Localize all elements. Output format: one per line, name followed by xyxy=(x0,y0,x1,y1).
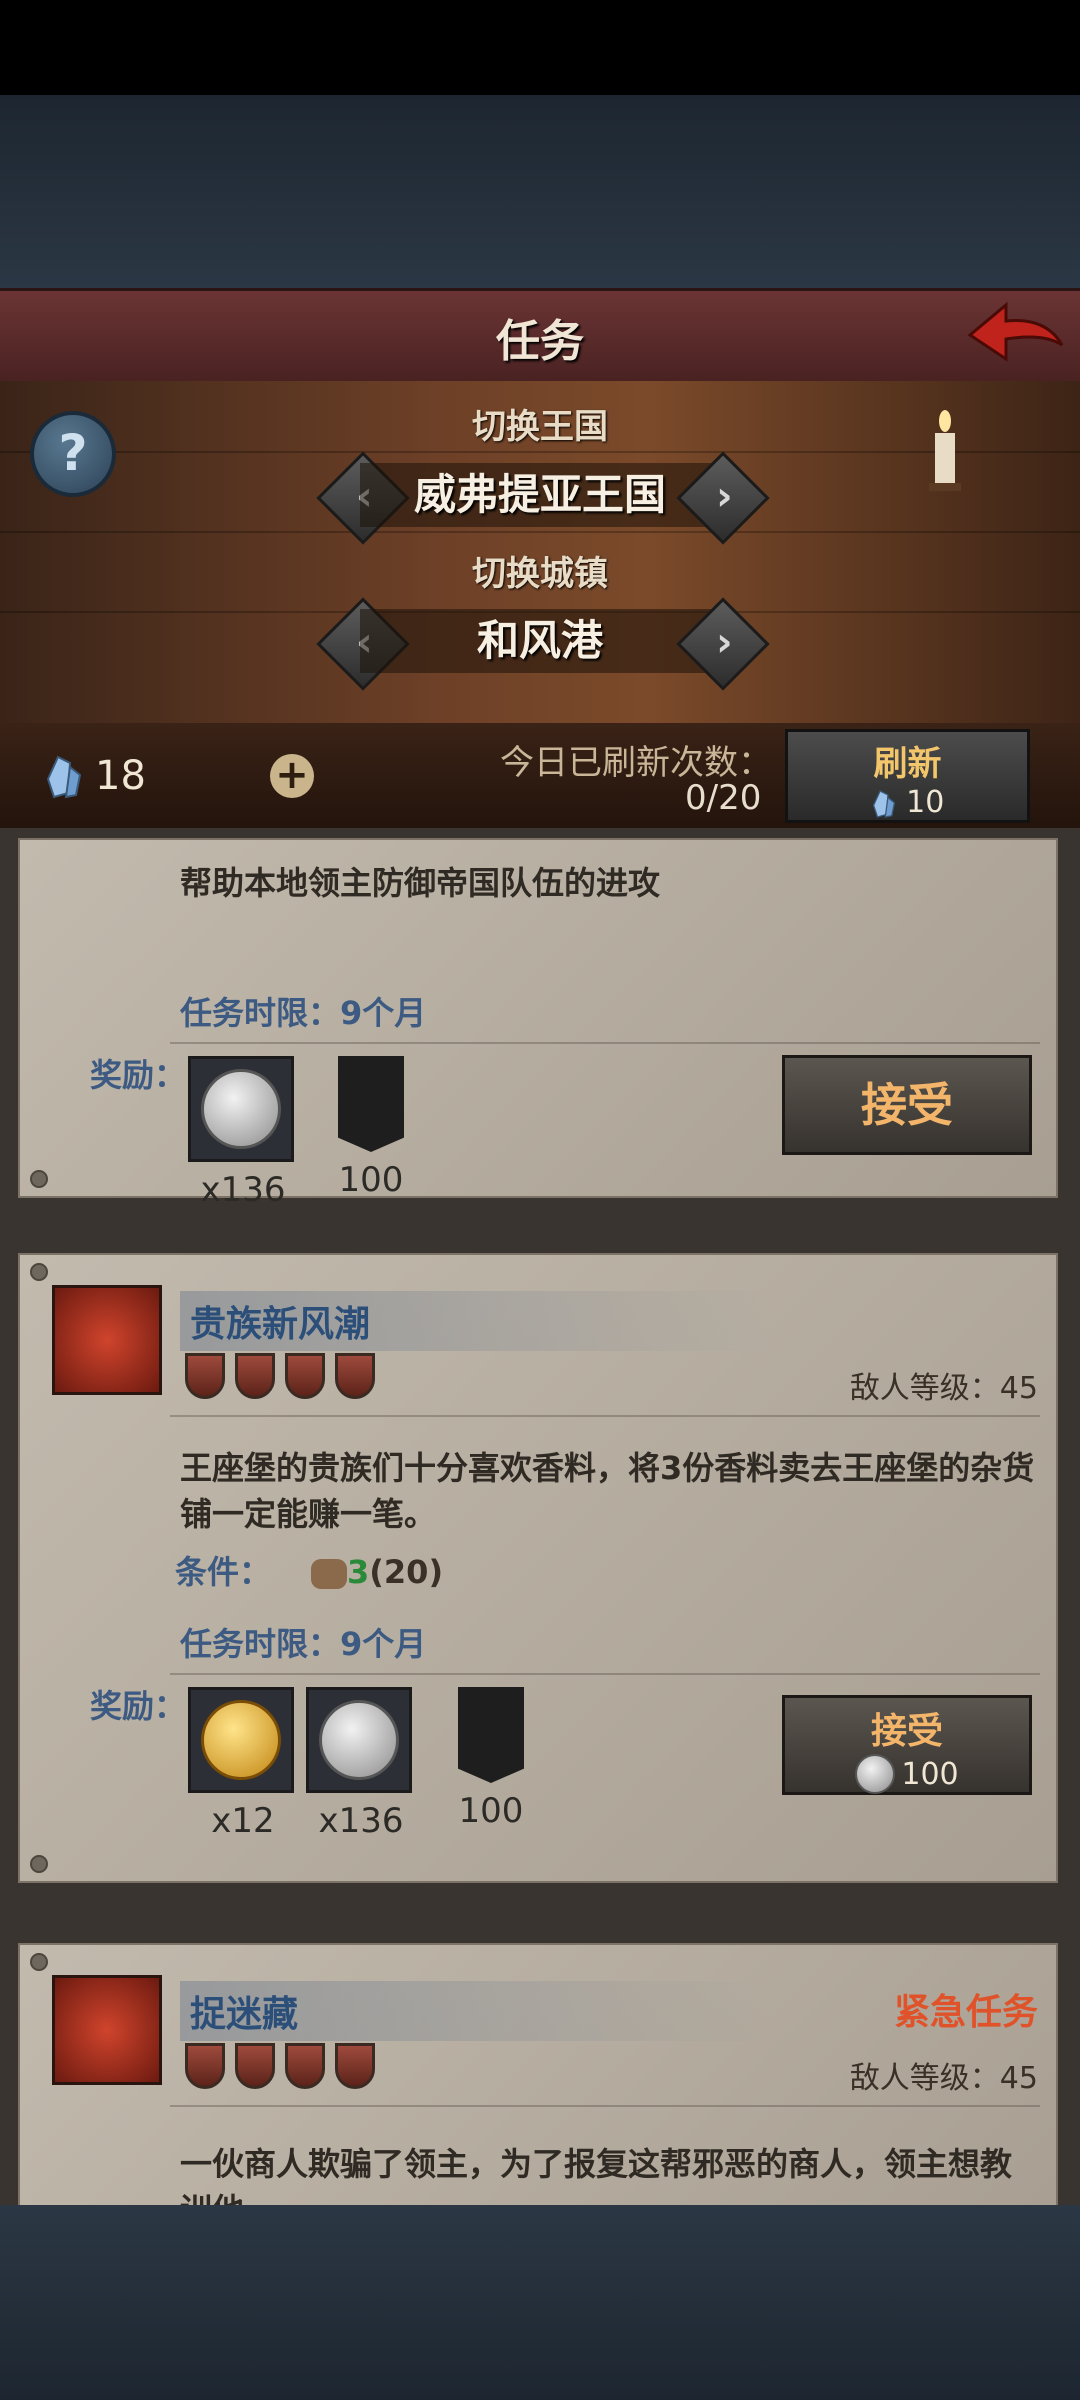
reward-item[interactable]: 100 xyxy=(436,1687,546,1831)
quest-card: 贵族新风潮 敌人等级：45 王座堡的贵族们十分喜欢香料，将3份香料卖去王座堡的杂… xyxy=(18,1253,1058,1883)
quest-name: 捉迷藏 xyxy=(180,1981,770,2041)
chevron-right-icon: › xyxy=(716,473,733,520)
switch-town-label: 切换城镇 xyxy=(472,554,608,594)
silver-coin-icon xyxy=(201,1069,281,1149)
accept-button[interactable]: 接受 100 xyxy=(782,1695,1032,1795)
page-title: 任务 xyxy=(496,316,584,367)
refresh-button[interactable]: 刷新 10 xyxy=(785,729,1030,823)
divider xyxy=(170,1042,1040,1044)
accept-cost-value: 100 xyxy=(901,1756,959,1792)
urgent-badge: 紧急任务 xyxy=(893,1992,1038,2033)
reward-item[interactable]: 100 xyxy=(316,1056,426,1200)
gem-count: 18 xyxy=(95,753,146,799)
reward-qty: x12 xyxy=(211,1801,275,1841)
reward-qty: x136 xyxy=(200,1170,286,1210)
add-gems-button[interactable]: + xyxy=(270,754,314,798)
switch-kingdom-label: 切换王国 xyxy=(472,407,608,447)
quest-name: 贵族新风潮 xyxy=(180,1291,770,1351)
quest-time-limit: 任务时限：9个月 xyxy=(180,1625,427,1663)
quest-description: 帮助本地领主防御帝国队伍的进攻 xyxy=(180,864,661,902)
scales-banner-icon xyxy=(338,1056,404,1152)
quest-time-limit: 任务时限：9个月 xyxy=(180,994,427,1032)
quest-description: 王座堡的贵族们十分喜欢香料，将3份香料卖去王座堡的杂货铺一定能赚一笔。 xyxy=(180,1449,1035,1533)
reward-item[interactable]: x136 xyxy=(306,1687,416,1841)
chest-banner-icon xyxy=(458,1687,524,1783)
quest-card: 捉迷藏 紧急任务 敌人等级：45 一伙商人欺骗了领主，为了报复这帮邪恶的商人，领… xyxy=(18,1943,1058,2205)
refresh-count-label: 今日已刷新次数： xyxy=(500,743,772,783)
nail-icon xyxy=(30,1953,48,1971)
divider xyxy=(170,1673,1040,1675)
reward-item[interactable]: x136 xyxy=(188,1056,298,1210)
reward-label: 奖励： xyxy=(90,1056,187,1094)
difficulty-shields xyxy=(185,1353,385,1403)
quest-emblem-icon xyxy=(52,1975,162,2085)
condition-have: 3 xyxy=(347,1553,370,1591)
condition-label: 条件： xyxy=(175,1553,272,1591)
crystal-icon xyxy=(872,789,895,818)
wall-plank xyxy=(0,451,1080,453)
nail-icon xyxy=(30,1855,48,1873)
bottom-background xyxy=(0,2205,1080,2400)
divider xyxy=(170,2105,1040,2107)
plus-icon: + xyxy=(275,752,309,798)
spice-bag-icon xyxy=(311,1559,348,1589)
shield-icon xyxy=(285,1353,325,1399)
accept-button-label: 接受 xyxy=(870,1711,943,1752)
difficulty-shields xyxy=(185,2043,385,2093)
shield-icon xyxy=(185,1353,225,1399)
shield-icon xyxy=(185,2043,225,2089)
quest-list[interactable]: 帮助本地领主防御帝国队伍的进攻 任务时限：9个月 奖励： x136 100 接受… xyxy=(0,828,1080,2205)
accept-button[interactable]: 接受 xyxy=(782,1055,1032,1155)
shield-icon xyxy=(235,2043,275,2089)
crystal-icon xyxy=(46,755,82,799)
kingdom-name: 威弗提亚王国 xyxy=(360,463,720,527)
silver-coin-icon xyxy=(855,1754,896,1794)
quest-card: 帮助本地领主防御帝国队伍的进攻 任务时限：9个月 奖励： x136 100 接受 xyxy=(18,838,1058,1210)
back-button[interactable] xyxy=(966,299,1066,369)
refresh-button-label: 刷新 xyxy=(873,744,942,784)
shield-icon xyxy=(335,1353,375,1399)
quest-description: 一伙商人欺骗了领主，为了报复这帮邪恶的商人，领主想教训他 xyxy=(180,2145,1013,2205)
town-name: 和风港 xyxy=(360,609,720,673)
refresh-count: 0/20 xyxy=(685,778,762,818)
silver-coin-icon xyxy=(319,1700,399,1780)
quest-emblem-icon xyxy=(52,1285,162,1395)
accept-button-label: 接受 xyxy=(861,1078,953,1132)
back-arrow-icon xyxy=(967,301,1064,362)
reward-qty: 100 xyxy=(338,1160,404,1200)
refresh-cost-value: 10 xyxy=(906,785,945,820)
shield-icon xyxy=(235,1353,275,1399)
location-selector-panel: ? 切换王国 ‹ 威弗提亚王国 › 切换城镇 ‹ 和风港 › xyxy=(0,381,1080,723)
currency-bar: 18 + 今日已刷新次数： 0/20 刷新 10 xyxy=(0,723,1080,831)
top-background xyxy=(0,95,1080,288)
wall-plank xyxy=(0,531,1080,533)
title-bar: 任务 xyxy=(0,288,1080,384)
reward-label: 奖励： xyxy=(90,1687,187,1725)
refresh-cost: 10 xyxy=(788,785,1027,820)
reward-item[interactable]: x12 xyxy=(188,1687,298,1841)
shield-icon xyxy=(335,2043,375,2089)
reward-qty: x136 xyxy=(318,1801,404,1841)
chevron-right-icon: › xyxy=(716,619,733,666)
nail-icon xyxy=(30,1263,48,1281)
shield-icon xyxy=(285,2043,325,2089)
enemy-level: 敌人等级：45 xyxy=(849,2061,1038,2096)
nail-icon xyxy=(30,1170,48,1188)
condition-need: (20) xyxy=(369,1553,444,1591)
accept-cost: 100 xyxy=(785,1754,1029,1794)
quest-condition: 条件： 3(20) xyxy=(175,1547,443,1593)
divider xyxy=(170,1415,1040,1417)
status-bar xyxy=(0,0,1080,95)
reward-qty: 100 xyxy=(458,1791,524,1831)
gold-coin-icon xyxy=(201,1700,281,1780)
enemy-level: 敌人等级：45 xyxy=(849,1371,1038,1406)
